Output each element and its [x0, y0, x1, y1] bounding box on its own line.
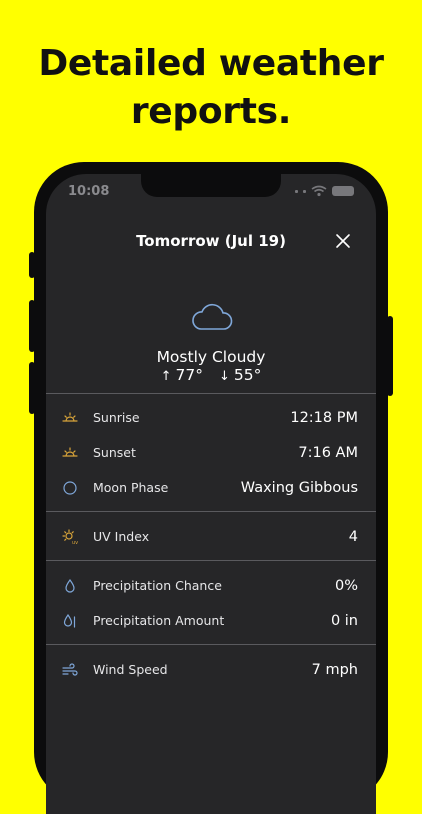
detail-value: 12:18 PM: [290, 409, 358, 426]
high-temp-value: 77°: [175, 366, 203, 384]
svg-text:uv: uv: [72, 540, 78, 545]
section-divider: [46, 393, 376, 394]
detail-value: Waxing Gibbous: [240, 479, 358, 496]
detail-row-precip-amount: Precipitation Amount 0 in: [46, 603, 376, 638]
arrow-down-icon: ↓: [219, 369, 230, 384]
wind-icon: [62, 662, 78, 676]
phone-frame: 10:08 Tomorrow (Jul 19) Mostly Cloudy ↑ 7…: [34, 162, 388, 814]
arrow-up-icon: ↑: [160, 369, 172, 384]
signal-icon: [303, 189, 306, 193]
sunset-icon: [62, 446, 78, 457]
page-title: Tomorrow (Jul 19): [136, 232, 286, 250]
detail-label: UV Index: [93, 529, 150, 544]
detail-row-moon-phase: Moon Phase Waxing Gibbous: [46, 470, 376, 505]
moon-phase-icon: [63, 480, 77, 495]
section-divider: [46, 644, 376, 645]
status-time: 10:08: [68, 184, 110, 199]
headline-line-1: Detailed weather: [38, 43, 384, 84]
uv-index-icon: uv: [62, 528, 78, 545]
detail-value: 0 in: [330, 612, 358, 629]
detail-row-precip-chance: Precipitation Chance 0%: [46, 568, 376, 603]
raindrop-icon: [65, 578, 75, 593]
cloud-icon: [192, 303, 233, 330]
detail-value: 0%: [334, 577, 358, 594]
status-icons: [295, 184, 354, 198]
section-divider: [46, 511, 376, 512]
detail-label: Sunrise: [93, 410, 140, 425]
detail-label: Precipitation Chance: [93, 578, 222, 593]
marketing-headline: Detailed weather reports.: [0, 40, 422, 136]
detail-value: 4: [348, 528, 358, 545]
detail-row-wind-speed: Wind Speed 7 mph: [46, 652, 376, 687]
detail-label: Wind Speed: [93, 662, 168, 677]
headline-line-2: reports.: [130, 91, 292, 132]
phone-screen: 10:08 Tomorrow (Jul 19) Mostly Cloudy ↑ 7…: [46, 174, 376, 814]
high-temp: ↑ 77°: [161, 366, 203, 384]
detail-row-sunrise: Sunrise 12:18 PM: [46, 400, 376, 435]
phone-notch: [141, 174, 281, 197]
battery-icon: [332, 186, 354, 196]
detail-label: Sunset: [93, 445, 136, 460]
low-temp: ↓ 55°: [219, 366, 261, 384]
detail-label: Precipitation Amount: [93, 613, 225, 628]
condition-text: Mostly Cloudy: [156, 348, 266, 366]
temperature-range: ↑ 77° ↓ 55°: [46, 366, 376, 384]
close-icon[interactable]: [334, 232, 352, 250]
detail-label: Moon Phase: [93, 480, 169, 495]
sunrise-icon: [62, 411, 78, 422]
detail-row-sunset: Sunset 7:16 AM: [46, 435, 376, 470]
rain-gauge-icon: [63, 613, 76, 628]
detail-value: 7 mph: [311, 661, 358, 678]
signal-icon: [295, 189, 298, 193]
detail-value: 7:16 AM: [298, 444, 358, 461]
section-divider: [46, 560, 376, 561]
detail-row-uv-index: uv UV Index 4: [46, 519, 376, 554]
low-temp-value: 55°: [233, 366, 262, 384]
wifi-icon: [311, 185, 327, 197]
